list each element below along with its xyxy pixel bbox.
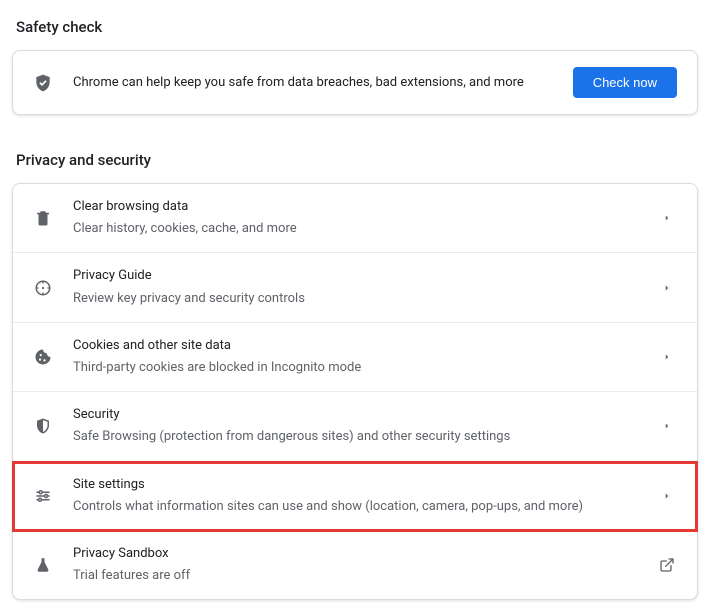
check-now-button[interactable]: Check now: [573, 67, 677, 98]
privacy-sandbox-row[interactable]: Privacy Sandbox Trial features are off: [13, 531, 697, 599]
chevron-right-icon: [657, 486, 677, 506]
row-title: Clear browsing data: [73, 198, 637, 216]
safety-check-card: Chrome can help keep you safe from data …: [12, 50, 698, 115]
privacy-security-header: Privacy and security: [16, 151, 698, 169]
privacy-guide-row[interactable]: Privacy Guide Review key privacy and sec…: [13, 253, 697, 322]
safety-check-header: Safety check: [16, 18, 698, 36]
row-subtitle: Trial features are off: [73, 567, 637, 585]
row-subtitle: Clear history, cookies, cache, and more: [73, 220, 637, 238]
shield-check-icon: [33, 73, 53, 93]
chevron-right-icon: [657, 416, 677, 436]
cookies-row[interactable]: Cookies and other site data Third-party …: [13, 323, 697, 392]
chevron-right-icon: [657, 208, 677, 228]
row-subtitle: Safe Browsing (protection from dangerous…: [73, 428, 637, 446]
row-title: Privacy Guide: [73, 267, 637, 285]
trash-icon: [33, 208, 53, 228]
flask-icon: [33, 555, 53, 575]
row-title: Cookies and other site data: [73, 337, 637, 355]
shield-half-icon: [33, 416, 53, 436]
cookie-icon: [33, 347, 53, 367]
row-title: Site settings: [73, 476, 637, 494]
row-subtitle: Review key privacy and security controls: [73, 290, 637, 308]
clear-browsing-data-row[interactable]: Clear browsing data Clear history, cooki…: [13, 184, 697, 253]
sliders-icon: [33, 486, 53, 506]
security-row[interactable]: Security Safe Browsing (protection from …: [13, 392, 697, 461]
compass-icon: [33, 278, 53, 298]
row-subtitle: Controls what information sites can use …: [73, 498, 637, 516]
site-settings-row[interactable]: Site settings Controls what information …: [13, 462, 697, 531]
row-title: Security: [73, 406, 637, 424]
safety-check-message: Chrome can help keep you safe from data …: [73, 75, 573, 90]
row-title: Privacy Sandbox: [73, 545, 637, 563]
chevron-right-icon: [657, 278, 677, 298]
chevron-right-icon: [657, 347, 677, 367]
external-link-icon: [657, 555, 677, 575]
privacy-security-list: Clear browsing data Clear history, cooki…: [12, 183, 698, 600]
row-subtitle: Third-party cookies are blocked in Incog…: [73, 359, 637, 377]
